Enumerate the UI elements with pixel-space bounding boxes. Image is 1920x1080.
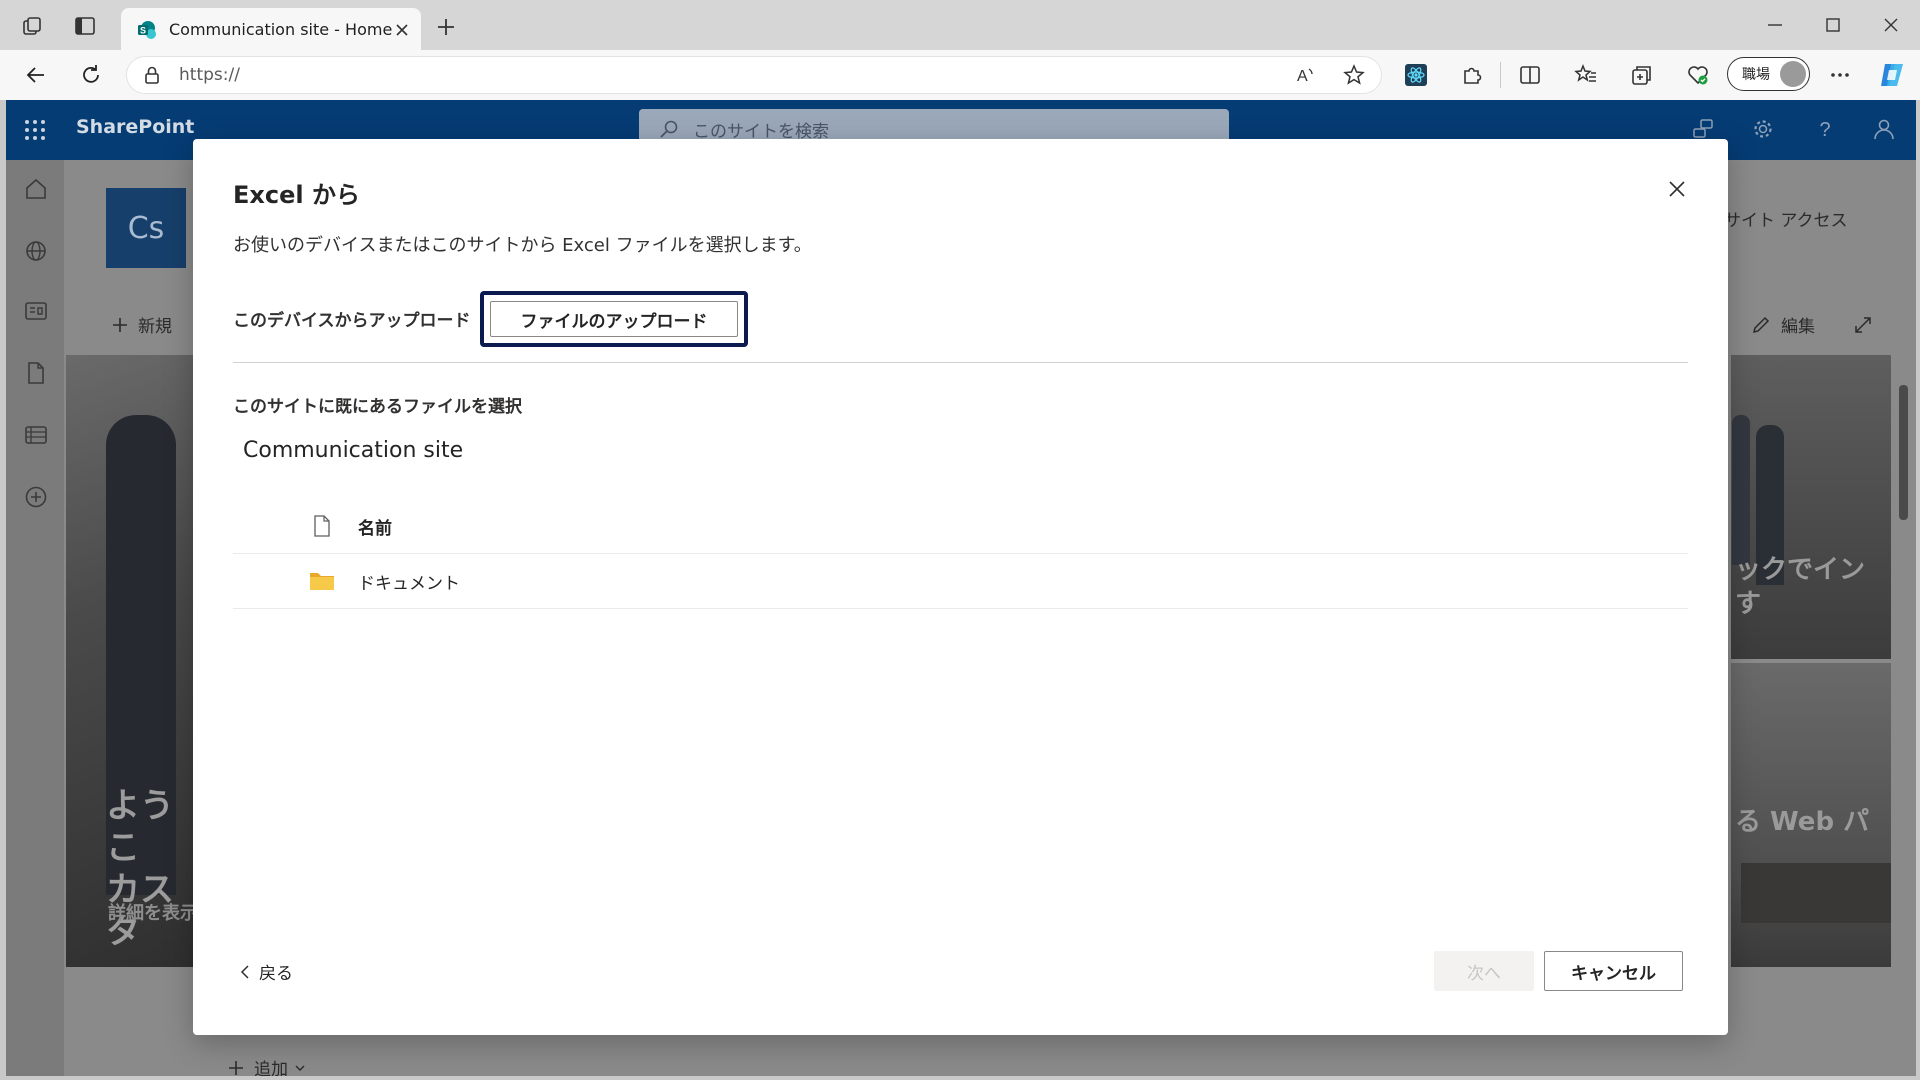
news-icon[interactable] [23,298,49,324]
feedback-icon[interactable] [1692,118,1714,140]
tab-title: Communication site - Home [169,20,393,39]
file-list-header: 名前 [233,499,1688,554]
extensions-puzzle-icon[interactable] [1460,63,1484,87]
document-icon[interactable] [23,360,49,386]
search-icon [659,119,679,139]
favorite-star-icon[interactable] [1343,64,1365,86]
app-launcher-icon[interactable] [24,119,46,141]
page-scrollbar-thumb[interactable] [1899,385,1908,520]
svg-text:A: A [1297,68,1308,85]
plus-icon [112,317,128,333]
browser-tab-active[interactable]: S Communication site - Home [121,8,421,51]
svg-text:S: S [140,25,146,35]
tab-actions-icon[interactable] [74,15,96,37]
hero-right-top-text: ックでイン す [1735,553,1865,621]
hero-right-top-line1: ックでイン [1735,555,1866,585]
list-item[interactable]: ドキュメント [233,554,1688,609]
next-button[interactable]: 次へ [1434,951,1534,991]
add-section-button[interactable]: 追加 [228,1055,306,1076]
profile-avatar [1780,61,1806,87]
browser-essentials-icon[interactable] [1686,63,1710,87]
hero-left-title: ようこ カスタ [106,785,201,953]
device-upload-label: このデバイスからアップロード [233,311,471,331]
list-item-name: ドキュメント [358,573,460,594]
hero-image-left: ようこ カスタ 詳細を表示 [66,355,201,967]
upload-file-button[interactable]: ファイルのアップロード [490,301,738,337]
hero-left-line1: ようこ [106,786,174,868]
column-header-name[interactable]: 名前 [358,514,392,539]
sharepoint-brand[interactable]: SharePoint [76,116,194,138]
new-tab-icon[interactable] [436,17,456,37]
workspaces-icon[interactable] [22,15,44,37]
dialog-divider [233,362,1688,363]
help-icon[interactable]: ? [1814,117,1836,141]
profile-label: 職場 [1742,67,1770,83]
sharepoint-favicon-icon: S [137,20,157,40]
add-label: 追加 [254,1060,288,1076]
person-silhouette-3 [1732,415,1750,565]
profile-button[interactable]: 職場 [1727,57,1810,91]
split-screen-icon[interactable] [1518,63,1542,87]
left-rail [6,160,64,1076]
minimize-icon[interactable] [1766,16,1784,34]
settings-gear-icon[interactable] [1752,118,1774,140]
plus-icon-2 [228,1060,244,1076]
hero-right-top-line2: す [1735,589,1762,619]
search-placeholder: このサイトを検索 [693,121,829,142]
sofa-shape [1741,863,1891,923]
svg-text:?: ? [1819,119,1830,141]
dialog-title: Excel から [233,181,360,209]
address-bar[interactable]: https:// A [126,56,1382,94]
lock-icon [143,65,161,85]
edit-button[interactable]: 編集 [1751,312,1873,337]
globe-icon[interactable] [23,238,49,264]
pencil-icon [1751,315,1771,335]
window-close-icon[interactable] [1882,16,1900,34]
back-label: 戻る [259,964,293,984]
hero-left-sub: 詳細を表示 [108,903,198,924]
toolbar-divider [1500,62,1501,88]
account-icon[interactable] [1872,117,1896,141]
create-plus-icon[interactable] [23,484,49,510]
read-aloud-icon[interactable]: A [1295,64,1317,86]
home-icon[interactable] [23,176,49,202]
favorites-list-icon[interactable] [1574,63,1598,87]
site-logo[interactable]: Cs [106,188,186,268]
more-options-icon[interactable] [1828,63,1852,87]
extension-react-icon[interactable] [1404,63,1428,87]
site-select-label: このサイトに既にあるファイルを選択 [233,397,522,417]
refresh-icon[interactable] [79,63,103,87]
upload-focus-ring: ファイルのアップロード [480,291,748,347]
chevron-down-icon [294,1062,306,1074]
maximize-icon[interactable] [1824,16,1842,34]
collections-icon[interactable] [1630,63,1654,87]
site-access-label[interactable]: サイト アクセス [1724,206,1848,231]
file-type-icon [308,512,336,540]
list-icon[interactable] [23,422,49,448]
new-label: 新規 [138,317,172,337]
hero-image-right-top: ックでイン す [1731,355,1891,659]
site-name-heading: Communication site [243,438,464,463]
copilot-icon[interactable] [1877,60,1907,90]
edit-label: 編集 [1781,317,1815,337]
back-arrow-icon[interactable] [24,63,48,87]
tab-close-icon[interactable] [395,23,409,37]
hero-right-bottom-text: る Web パ [1735,807,1870,837]
expand-icon[interactable] [1853,315,1873,335]
url-text: https:// [179,65,240,85]
folder-icon [308,567,336,595]
new-button[interactable]: 新規 [112,312,172,337]
chevron-left-icon [239,964,251,980]
dialog-close-icon[interactable] [1663,175,1691,203]
cancel-button[interactable]: キャンセル [1544,951,1683,991]
hero-image-right-bottom: る Web パ [1731,663,1891,967]
browser-tabstrip: S Communication site - Home [0,0,1920,51]
site-access-text: サイト アクセス [1724,211,1848,231]
excel-import-dialog: Excel から お使いのデバイスまたはこのサイトから Excel ファイルを選… [193,139,1728,1035]
dialog-description: お使いのデバイスまたはこのサイトから Excel ファイルを選択します。 [233,235,812,256]
back-button[interactable]: 戻る [239,959,293,984]
